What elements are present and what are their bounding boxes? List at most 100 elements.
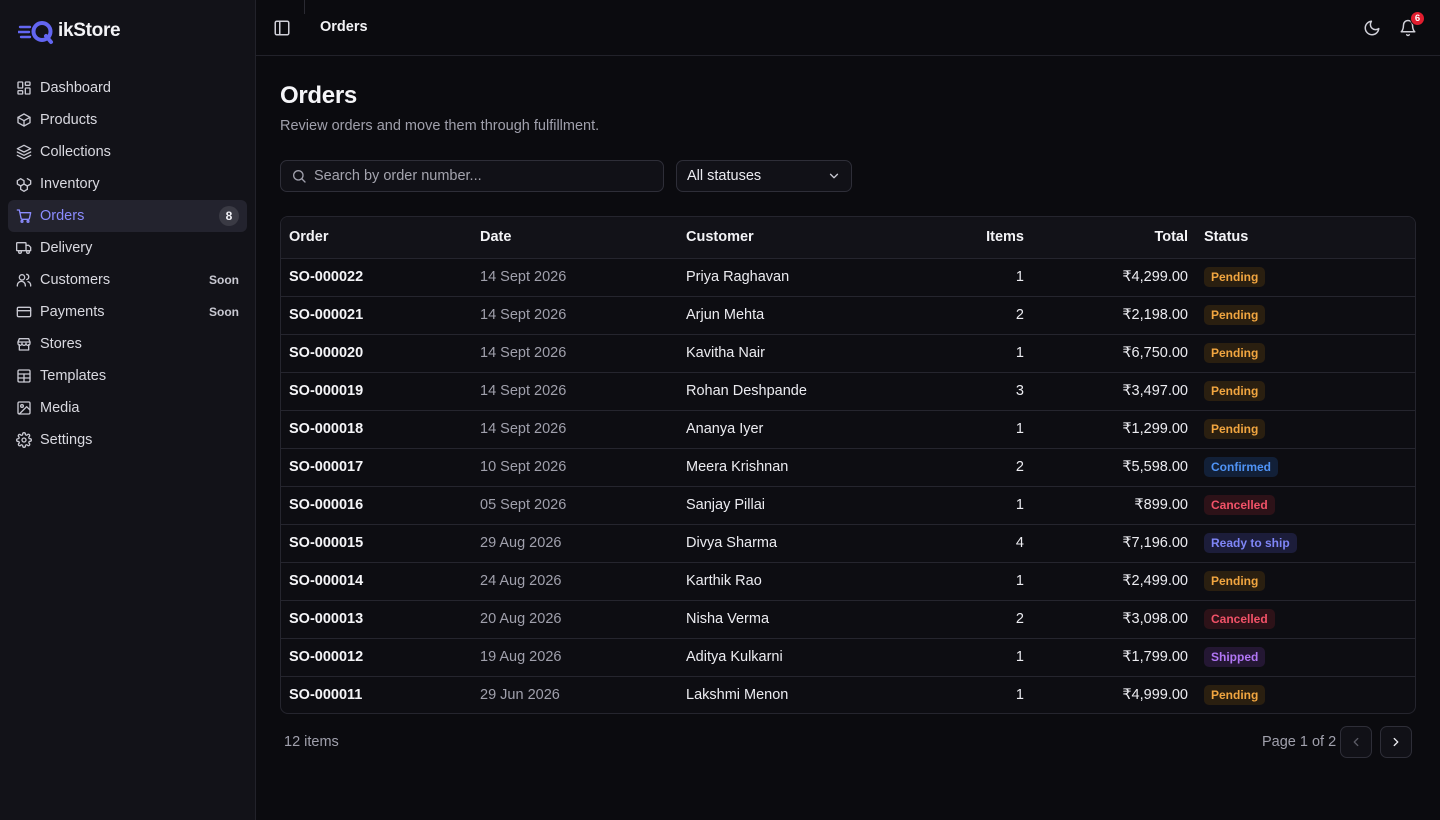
users-icon [16, 272, 32, 288]
status-cell: Pending [1196, 676, 1415, 713]
status-badge: Pending [1204, 419, 1266, 439]
customer-name: Sanjay Pillai [686, 497, 765, 513]
order-number[interactable]: SO-000021 [281, 296, 472, 334]
table-row[interactable]: SO-000011 29 Jun 2026 Lakshmi Menon 1 ₹4,999… [281, 676, 1415, 713]
notification-count-badge: 6 [1410, 11, 1425, 26]
status-badge: Pending [1204, 343, 1266, 363]
customer-name: Nisha Verma [686, 611, 770, 627]
order-number[interactable]: SO-000018 [281, 410, 472, 448]
status-badge: Ready to ship [1204, 533, 1297, 553]
theme-toggle-moon-icon[interactable] [1363, 19, 1381, 37]
next-page-button[interactable] [1380, 726, 1412, 758]
order-number[interactable]: SO-000012 [281, 638, 472, 676]
item-count: 1 [1015, 421, 1024, 437]
search-field[interactable] [280, 160, 664, 192]
order-total: ₹7,196.00 [1122, 535, 1188, 551]
layers-icon [16, 144, 32, 160]
item-count: 1 [1015, 269, 1024, 285]
order-total: ₹6,750.00 [1122, 345, 1188, 361]
order-total: ₹899.00 [1134, 497, 1188, 513]
table-row[interactable]: SO-000018 14 Sept 2026 Ananya Iyer 1 ₹1,299.… [281, 410, 1415, 448]
sidebar-item-orders[interactable]: Orders 8 [8, 200, 247, 232]
sidebar-item-templates[interactable]: Templates [8, 360, 247, 392]
order-number[interactable]: SO-000017 [281, 448, 472, 486]
order-number[interactable]: SO-000022 [281, 258, 472, 296]
order-date: 05 Sept 2026 [480, 497, 567, 513]
page-subtitle: Review orders and move them through fulf… [280, 118, 600, 134]
order-total: ₹1,799.00 [1122, 649, 1188, 665]
customer-name: Arjun Mehta [686, 307, 765, 323]
order-date: 14 Sept 2026 [480, 383, 567, 399]
order-number[interactable]: SO-000013 [281, 600, 472, 638]
column-header-customer[interactable]: Customer [678, 217, 878, 259]
item-count: 2 [1015, 307, 1024, 323]
table-row[interactable]: SO-000012 19 Aug 2026 Aditya Kulkarni 1 ₹1,7… [281, 638, 1415, 676]
order-total: ₹4,999.00 [1122, 687, 1188, 704]
order-number[interactable]: SO-000020 [281, 334, 472, 372]
order-total: ₹5,598.00 [1122, 459, 1188, 475]
status-cell: Pending [1196, 372, 1415, 410]
search-input[interactable] [314, 168, 644, 184]
status-badge: Cancelled [1204, 495, 1275, 515]
status-cell: Shipped [1196, 638, 1415, 676]
column-header-order[interactable]: Order [281, 217, 472, 259]
order-total: ₹3,497.00 [1122, 383, 1188, 399]
sidebar-nav: Dashboard Products Collections Inventory Ord… [8, 72, 247, 456]
status-filter-select[interactable]: All statuses [676, 160, 852, 192]
sidebar-item-dashboard[interactable]: Dashboard [8, 72, 247, 104]
chevron-left-icon [1353, 737, 1359, 747]
boxes-icon [16, 176, 32, 192]
table-row[interactable]: SO-000019 14 Sept 2026 Rohan Deshpande 3 ₹3,… [281, 372, 1415, 410]
items-count: 12 items [284, 734, 339, 750]
order-number[interactable]: SO-000011 [281, 676, 472, 713]
order-date: 14 Sept 2026 [480, 345, 567, 361]
card-icon [16, 304, 32, 320]
sidebar-toggle-icon[interactable] [273, 19, 291, 37]
table-row[interactable]: SO-000020 14 Sept 2026 Kavitha Nair 1 ₹6,750… [281, 334, 1415, 372]
order-number[interactable]: SO-000016 [281, 486, 472, 524]
table-row[interactable]: SO-000022 14 Sept 2026 Priya Raghavan 1 ₹4,2… [281, 258, 1415, 296]
table-row[interactable]: SO-000016 05 Sept 2026 Sanjay Pillai 1 ₹899.… [281, 486, 1415, 524]
order-number[interactable]: SO-000014 [281, 562, 472, 600]
order-number[interactable]: SO-000019 [281, 372, 472, 410]
sidebar-item-products[interactable]: Products [8, 104, 247, 136]
status-badge: Pending [1204, 305, 1266, 325]
status-badge: Confirmed [1204, 457, 1278, 477]
item-count: 3 [1015, 383, 1024, 399]
item-count: 1 [1015, 649, 1024, 665]
sidebar-item-label: Customers [40, 272, 111, 288]
column-header-items[interactable]: Items [878, 217, 1032, 259]
box-icon [16, 112, 32, 128]
table-row[interactable]: SO-000015 29 Aug 2026 Divya Sharma 4 ₹7,196.… [281, 524, 1415, 562]
page-title: Orders [280, 82, 357, 109]
item-count: 1 [1015, 573, 1024, 589]
logo-mark-icon [18, 16, 58, 46]
sidebar-item-media[interactable]: Media [8, 392, 247, 424]
status-cell: Confirmed [1196, 448, 1415, 486]
sidebar-item-collections[interactable]: Collections [8, 136, 247, 168]
column-header-date[interactable]: Date [472, 217, 678, 259]
table-row[interactable]: SO-000021 14 Sept 2026 Arjun Mehta 2 ₹2,198.… [281, 296, 1415, 334]
column-header-status[interactable]: Status [1196, 217, 1415, 259]
table-row[interactable]: SO-000014 24 Aug 2026 Karthik Rao 1 ₹2,499.0… [281, 562, 1415, 600]
search-icon [291, 168, 307, 184]
orders-count-badge: 8 [219, 206, 239, 226]
page-info: Page 1 of 2 [1262, 734, 1337, 750]
logo-text: ikStore [58, 20, 121, 41]
logo[interactable]: ikStore [18, 16, 121, 46]
table-row[interactable]: SO-000013 20 Aug 2026 Nisha Verma 2 ₹3,098.0… [281, 600, 1415, 638]
previous-page-button[interactable] [1340, 726, 1372, 758]
chevron-right-icon [1393, 737, 1399, 747]
chevron-down-icon [827, 169, 841, 183]
order-number[interactable]: SO-000015 [281, 524, 472, 562]
customer-name: Priya Raghavan [686, 269, 790, 285]
table-row[interactable]: SO-000017 10 Sept 2026 Meera Krishnan 2 ₹5,5… [281, 448, 1415, 486]
column-header-total[interactable]: Total [1032, 217, 1196, 259]
sidebar-item-customers[interactable]: Customers Soon [8, 264, 247, 296]
sidebar-item-stores[interactable]: Stores [8, 328, 247, 360]
sidebar-item-payments[interactable]: Payments Soon [8, 296, 247, 328]
sidebar-item-inventory[interactable]: Inventory [8, 168, 247, 200]
sidebar-item-settings[interactable]: Settings [8, 424, 247, 456]
sidebar-item-delivery[interactable]: Delivery [8, 232, 247, 264]
order-date: 29 Jun 2026 [480, 687, 560, 704]
